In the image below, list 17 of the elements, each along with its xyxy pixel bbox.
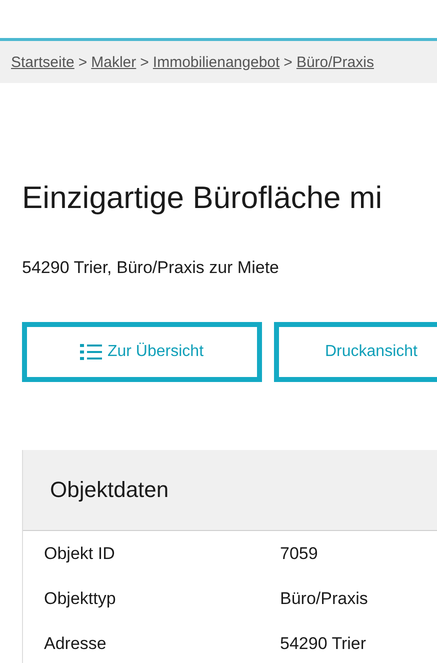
breadcrumb-link[interactable]: Immobilienangebot xyxy=(152,54,280,70)
breadcrumb-link[interactable]: Büro/Praxis xyxy=(296,54,374,70)
page-title: Einzigartige Bürofläche mi xyxy=(22,179,384,217)
property-label: Adresse xyxy=(44,634,108,654)
breadcrumb-link[interactable]: Startseite xyxy=(11,54,74,70)
property-value: Büro/Praxis xyxy=(280,588,369,608)
property-label: Objekttyp xyxy=(44,588,117,608)
breadcrumb-separator: > xyxy=(284,54,292,70)
listing-subtitle: 54290 Trier, Büro/Praxis zur Miete xyxy=(22,257,280,279)
list-icon xyxy=(80,344,102,360)
property-value: 54290 Trier xyxy=(280,634,367,654)
breadcrumb-link[interactable]: Makler xyxy=(91,54,136,70)
breadcrumb-separator: > xyxy=(140,54,149,70)
breadcrumb-separator: > xyxy=(78,54,88,70)
property-label: Objekt ID xyxy=(44,544,116,564)
property-value: 7059 xyxy=(280,544,319,564)
section-header: Objektdaten xyxy=(23,450,437,531)
